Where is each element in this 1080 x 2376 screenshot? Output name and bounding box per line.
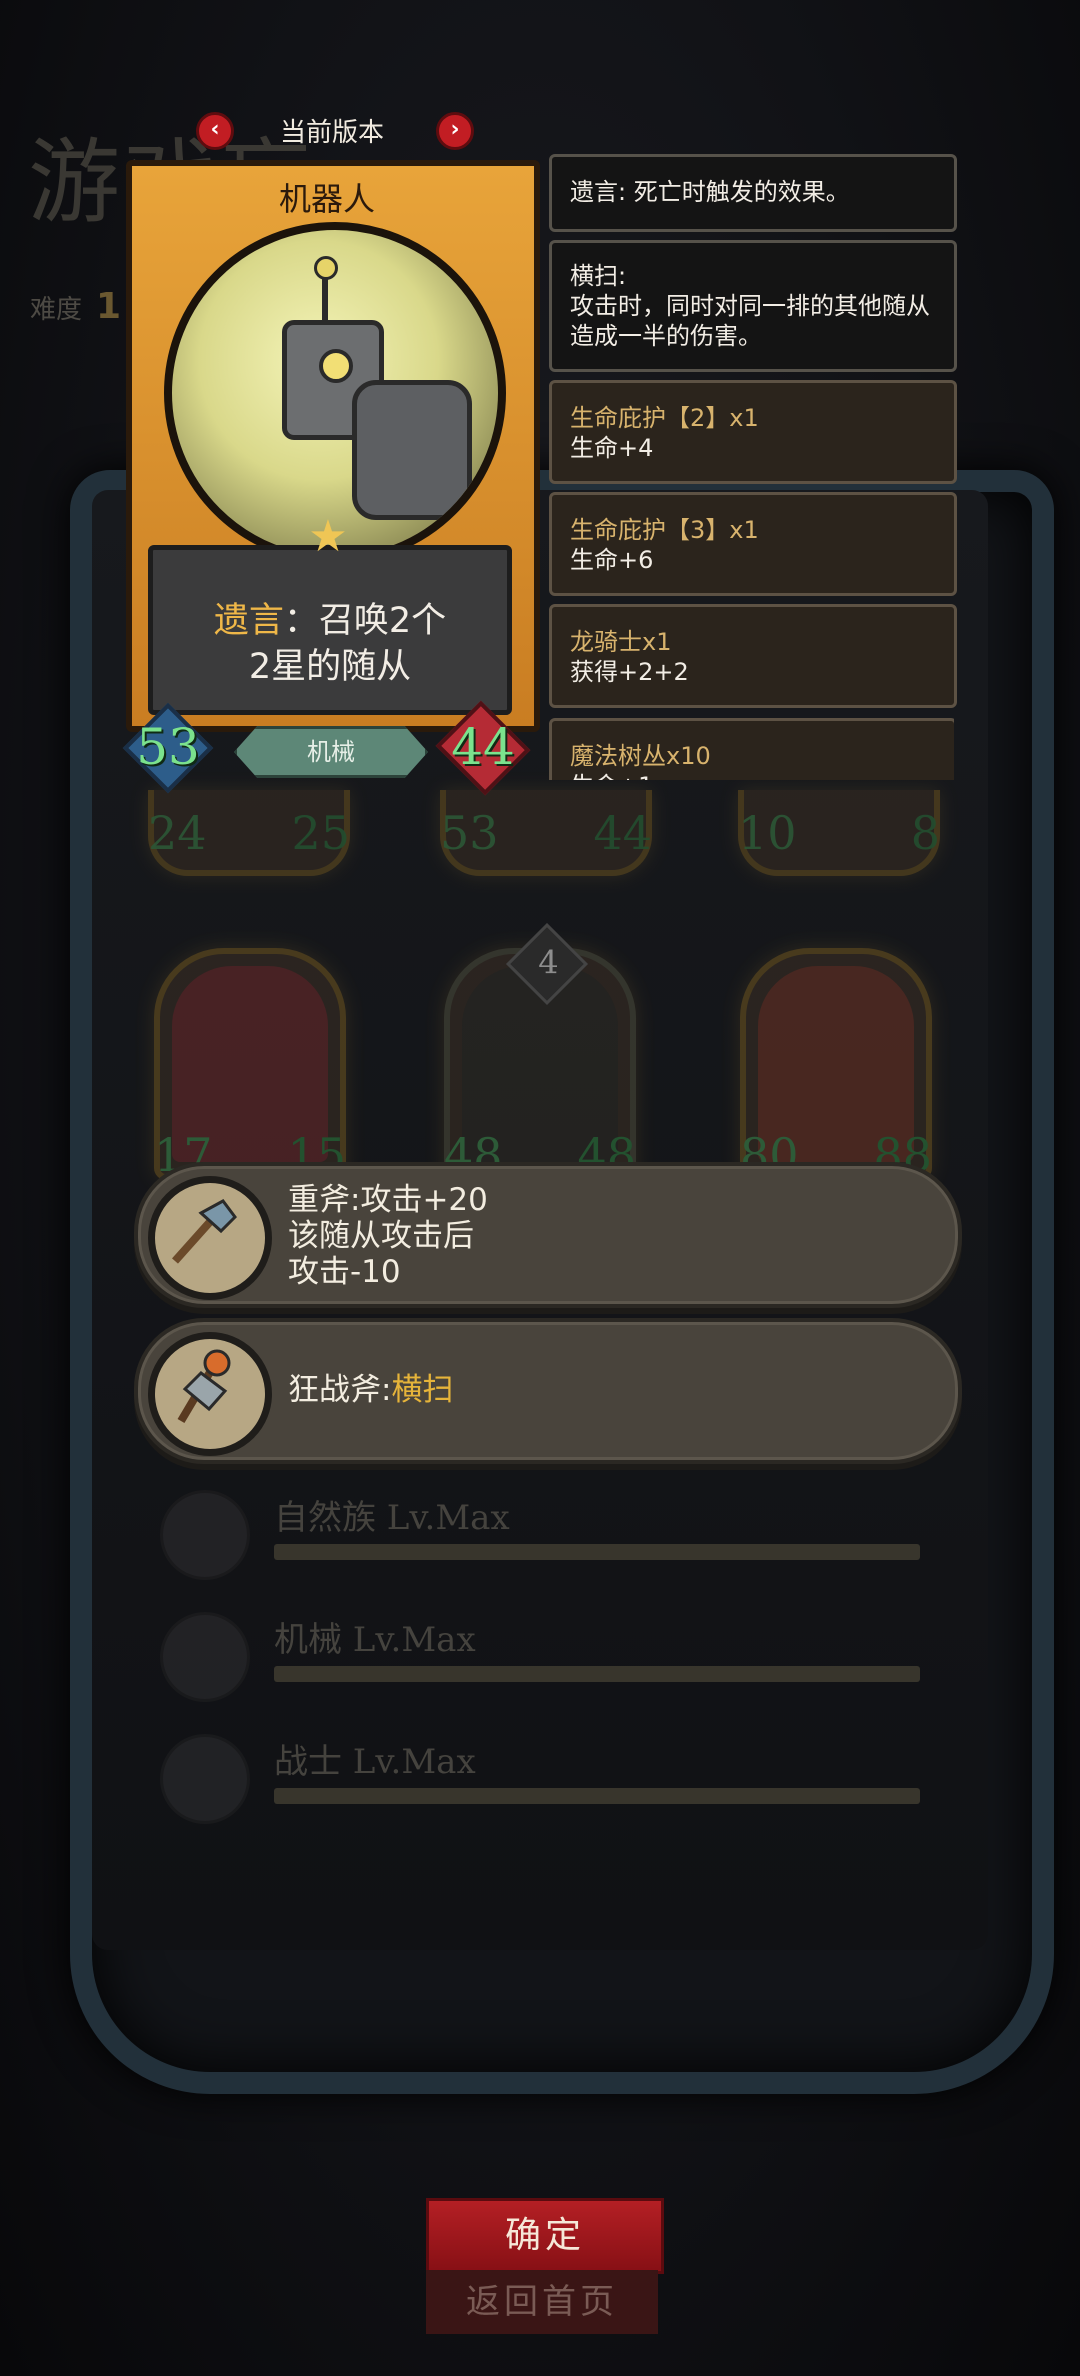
keyword-deathrattle: 遗言: 死亡时触发的效果。 xyxy=(549,154,957,232)
berserker-axe-label: 狂战斧: xyxy=(288,1372,392,1408)
buff-list-overflow[interactable]: 魔法树丛x10 生命+1 xyxy=(549,718,954,780)
card-health: 44 xyxy=(451,718,515,776)
chevron-left-icon[interactable]: ‹ xyxy=(196,112,234,150)
keyword-sweep: 横扫: 攻击时，同时对同一排的其他随从 造成一半的伤害。 xyxy=(549,240,957,372)
antenna xyxy=(314,256,338,324)
race-row-nature: 自然族 Lv.Max xyxy=(160,1490,920,1590)
buff-name: 魔法树丛x10 xyxy=(570,742,711,770)
berserker-axe-keyword: 横扫 xyxy=(391,1372,454,1408)
berserker-axe-icon xyxy=(148,1332,272,1456)
keyword-sweep-line-2: 造成一半的伤害。 xyxy=(570,322,762,350)
heavy-axe-line-1: 重斧:攻击+20 xyxy=(288,1182,488,1218)
buff-effect: 生命+1 xyxy=(552,771,954,780)
return-home-button[interactable]: 返回首页 xyxy=(426,2270,658,2334)
heavy-axe-line-3: 攻击-10 xyxy=(288,1254,401,1290)
equipment-heavy-axe[interactable]: 重斧:攻击+20 该随从攻击后 攻击-10 xyxy=(134,1162,962,1308)
buff-effect: 生命+6 xyxy=(570,546,654,574)
race-row-warrior: 战士 Lv.Max xyxy=(160,1734,920,1834)
minion-health: 8 xyxy=(910,806,940,860)
minion-health: 44 xyxy=(593,806,652,860)
race-name: 自然族 Lv.Max xyxy=(274,1498,510,1538)
warrior-emblem-icon xyxy=(160,1734,250,1824)
race-name: 战士 Lv.Max xyxy=(274,1742,476,1782)
version-header: ‹ 当前版本 › xyxy=(196,112,476,150)
buff-item: 生命庇护【2】x1 生命+4 xyxy=(549,380,957,484)
buff-item: 生命庇护【3】x1 生命+6 xyxy=(549,492,957,596)
robot-eye xyxy=(319,349,353,383)
minion-card[interactable]: 80 88 xyxy=(740,948,932,1182)
difficulty-label: 难度 1 xyxy=(30,286,122,327)
keyword-deathrattle-text: 遗言: 死亡时触发的效果。 xyxy=(570,178,850,206)
minion-attack: 53 xyxy=(440,806,499,860)
buff-name: 龙骑士x1 xyxy=(570,628,672,656)
nature-emblem-icon xyxy=(160,1490,250,1580)
race-progress-bar xyxy=(274,1544,920,1560)
robot-body xyxy=(352,380,472,520)
race-row-mech: 机械 Lv.Max xyxy=(160,1612,920,1712)
heavy-axe-line-2: 该随从攻击后 xyxy=(288,1218,474,1254)
attack-gem: 53 xyxy=(122,702,214,794)
health-gem: 44 xyxy=(435,700,531,796)
keyword-sweep-title: 横扫: xyxy=(570,262,627,290)
race-progress-bar xyxy=(274,1788,920,1804)
confirm-button[interactable]: 确定 xyxy=(426,2198,664,2274)
buff-name: 生命庇护【2】x1 xyxy=(570,404,759,432)
buff-effect: 生命+4 xyxy=(570,434,654,462)
buff-item: 龙骑士x1 获得+2+2 xyxy=(549,604,957,708)
difficulty-value: 1 xyxy=(96,286,122,327)
race-name: 机械 Lv.Max xyxy=(274,1620,476,1660)
ability-keyword: 遗言 xyxy=(213,601,284,641)
star-icon: ★ xyxy=(308,511,348,562)
ability-text-1: ：召唤2个 xyxy=(283,601,447,641)
minion-health: 25 xyxy=(291,806,350,860)
minion-card[interactable]: 17 15 xyxy=(154,948,346,1182)
version-label: 当前版本 xyxy=(280,118,385,148)
minion-card[interactable]: 10 8 xyxy=(738,790,940,876)
ability-text-2: 2星的随从 xyxy=(248,647,412,687)
race-progress-bar xyxy=(274,1666,920,1682)
buff-name: 生命庇护【3】x1 xyxy=(570,516,759,544)
chevron-right-icon[interactable]: › xyxy=(436,112,474,150)
equipment-berserker-axe[interactable]: 狂战斧:横扫 xyxy=(134,1318,962,1464)
buff-item: 魔法树丛x10 生命+1 xyxy=(549,718,954,780)
card-name: 机器人 xyxy=(278,180,375,218)
minion-card[interactable]: 24 25 xyxy=(148,790,350,876)
tribe-badge: 机械 xyxy=(234,726,428,778)
keyword-sweep-line-1: 攻击时，同时对同一排的其他随从 xyxy=(570,292,930,320)
mech-emblem-icon xyxy=(160,1612,250,1702)
minion-attack: 10 xyxy=(738,806,797,860)
card-attack: 53 xyxy=(136,718,200,776)
buff-effect: 获得+2+2 xyxy=(570,658,689,686)
minion-attack: 24 xyxy=(148,806,207,860)
heavy-axe-icon xyxy=(148,1176,272,1300)
minion-card[interactable]: 53 44 xyxy=(440,790,652,876)
minion-detail-card: 机器人 遗言：召唤2个 2星的随从 ★ 机械 53 44 xyxy=(122,160,540,796)
card-description: 遗言：召唤2个 2星的随从 xyxy=(148,545,512,715)
